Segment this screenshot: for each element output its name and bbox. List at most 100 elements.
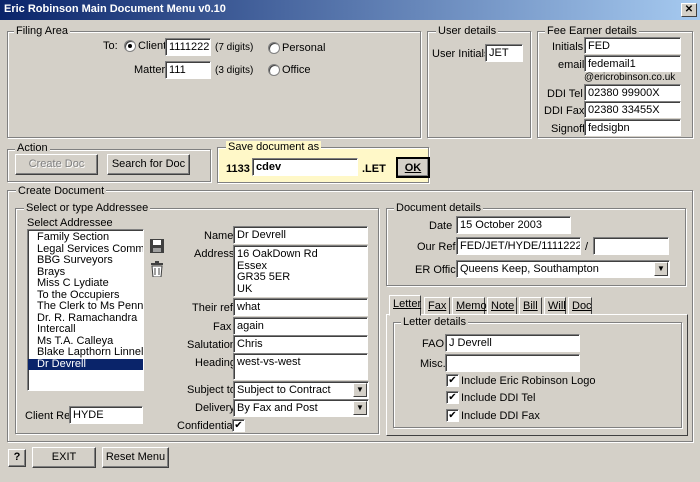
list-item[interactable]: Miss C Lydiate (28, 277, 143, 290)
address-line: 16 OakDown Rd (237, 248, 318, 260)
main-window: Eric Robinson Main Document Menu v0.10 ✕… (0, 0, 700, 482)
include-logo-checkbox[interactable]: ✔ (446, 374, 459, 387)
save-prefix: 1133 (226, 163, 250, 175)
misc-label: Misc. (420, 358, 446, 370)
personal-radio-label: Personal (282, 42, 326, 54)
delivery-value: By Fax and Post (237, 402, 318, 414)
include-ddi-tel-checkbox[interactable]: ✔ (446, 391, 459, 404)
their-ref-field[interactable]: what (233, 298, 368, 316)
action-legend: Action (15, 142, 50, 154)
fao-label: FAO (422, 338, 445, 350)
create-document-legend: Create Document (16, 185, 107, 197)
fax-label: Fax (213, 321, 232, 333)
heading-label: Heading (195, 357, 236, 369)
save-extension: .LET (362, 163, 386, 175)
date-field[interactable]: 15 October 2003 (456, 216, 571, 234)
office-radio[interactable] (268, 64, 280, 76)
title-bar: Eric Robinson Main Document Menu v0.10 (0, 0, 700, 20)
fe-ddi-tel-label: DDI Tel (547, 88, 583, 100)
letter-details-legend: Letter details (401, 316, 468, 328)
addressee-list[interactable]: Family SectionLegal Services CommissioBB… (27, 229, 144, 391)
chevron-down-icon[interactable]: ▼ (353, 401, 367, 415)
exit-button[interactable]: EXIT (32, 447, 96, 468)
include-ddi-fax-checkbox[interactable]: ✔ (446, 409, 459, 422)
tab-note[interactable]: Note (487, 297, 517, 315)
chevron-down-icon[interactable]: ▼ (353, 383, 367, 397)
matter-number-field[interactable]: 111 (165, 61, 211, 79)
heading-field[interactable]: west-vs-west (233, 353, 368, 380)
list-item[interactable]: Dr Devrell (28, 358, 143, 370)
user-initials-label: User Initials (432, 48, 490, 60)
matter-hint: (3 digits) (215, 65, 254, 76)
date-label: Date (429, 220, 453, 232)
our-ref-separator: / (585, 241, 589, 253)
document-details-legend: Document details (394, 202, 483, 214)
fao-field[interactable]: J Devrell (445, 334, 580, 352)
tab-will[interactable]: Will (544, 297, 566, 315)
client-ref-label: Client Ref (25, 410, 74, 422)
salutation-label: Salutation (187, 339, 236, 351)
chevron-down-icon[interactable]: ▼ (654, 262, 668, 276)
list-item[interactable]: The Clerk to Ms Penny Ho (28, 300, 143, 313)
close-icon[interactable]: ✕ (681, 3, 697, 17)
our-ref-suffix-field[interactable] (593, 237, 669, 255)
fe-ddi-fax-field[interactable]: 02380 33455X (584, 101, 681, 118)
help-button[interactable]: ? (8, 449, 26, 467)
search-doc-button[interactable]: Search for Doc (107, 154, 190, 175)
delete-addressee-icon[interactable] (149, 261, 165, 278)
client-hint: (7 digits) (215, 42, 254, 53)
subject-to-select[interactable]: Subject to Contract ▼ (233, 381, 369, 399)
tab-letter[interactable]: Letter (389, 295, 421, 316)
save-name-field[interactable]: cdev (252, 158, 358, 176)
list-item[interactable]: Family Section (28, 231, 143, 244)
client-number-field[interactable]: 1111222 (165, 38, 211, 56)
reset-menu-button[interactable]: Reset Menu (102, 447, 169, 468)
fe-email-domain: @ericrobinson.co.uk (584, 72, 676, 83)
window-title: Eric Robinson Main Document Menu v0.10 (4, 3, 226, 15)
matter-label: Matter (134, 64, 166, 76)
their-ref-label: Their ref (192, 302, 233, 314)
misc-field[interactable] (445, 354, 580, 372)
client-radio[interactable] (124, 40, 136, 52)
help-icon: ? (13, 451, 21, 463)
tab-fax[interactable]: Fax (424, 297, 450, 315)
our-ref-label: Our Ref (417, 241, 456, 253)
delivery-select[interactable]: By Fax and Post ▼ (233, 399, 369, 417)
list-item[interactable]: Blake Lapthorn Linnell (28, 346, 143, 359)
fax-field[interactable]: again (233, 317, 368, 335)
tab-bill[interactable]: Bill (519, 297, 542, 315)
fe-initials-field[interactable]: FED (584, 37, 681, 54)
fe-initials-label: Initials (552, 41, 584, 53)
address-line: GR35 5ER (237, 271, 291, 283)
tab-memo[interactable]: Memo (452, 297, 487, 315)
personal-radio[interactable] (268, 42, 280, 54)
list-item[interactable]: BBG Surveyors (28, 254, 143, 267)
tab-doc[interactable]: Doc (568, 297, 592, 315)
ok-button[interactable]: OK (396, 157, 430, 178)
list-item[interactable]: Intercall (28, 323, 143, 336)
fe-email-field[interactable]: fedemail1 (584, 55, 681, 72)
save-addressee-icon[interactable] (149, 239, 165, 253)
to-label: To: (103, 40, 118, 52)
user-initials-field[interactable]: JET (485, 44, 523, 62)
salutation-field[interactable]: Chris (233, 335, 368, 353)
client-radio-label: Client (138, 40, 167, 52)
subject-to-value: Subject to Contract (237, 384, 331, 396)
address-field[interactable]: 16 OakDown Rd Essex GR35 5ER UK (233, 245, 368, 297)
client-ref-field[interactable]: HYDE (69, 406, 143, 424)
name-field[interactable]: Dr Devrell (233, 226, 368, 244)
filing-area-group (7, 31, 421, 138)
er-office-select[interactable]: Queens Keep, Southampton ▼ (456, 260, 670, 278)
fee-earner-legend: Fee Earner details (545, 25, 639, 37)
address-label: Address (194, 248, 235, 260)
include-ddi-fax-label: Include DDI Fax (461, 410, 540, 422)
fe-signoff-field[interactable]: fedsigbn (584, 119, 681, 136)
create-doc-button[interactable]: Create Doc (15, 154, 98, 175)
name-label: Name (204, 230, 234, 242)
our-ref-field[interactable]: FED/JET/HYDE/1111222/111 (456, 237, 581, 255)
office-radio-label: Office (282, 64, 311, 76)
filing-area-legend: Filing Area (14, 25, 70, 37)
confidential-checkbox[interactable]: ✔ (232, 419, 245, 432)
save-as-legend: Save document as (226, 141, 322, 153)
fe-ddi-tel-field[interactable]: 02380 99900X (584, 84, 681, 101)
